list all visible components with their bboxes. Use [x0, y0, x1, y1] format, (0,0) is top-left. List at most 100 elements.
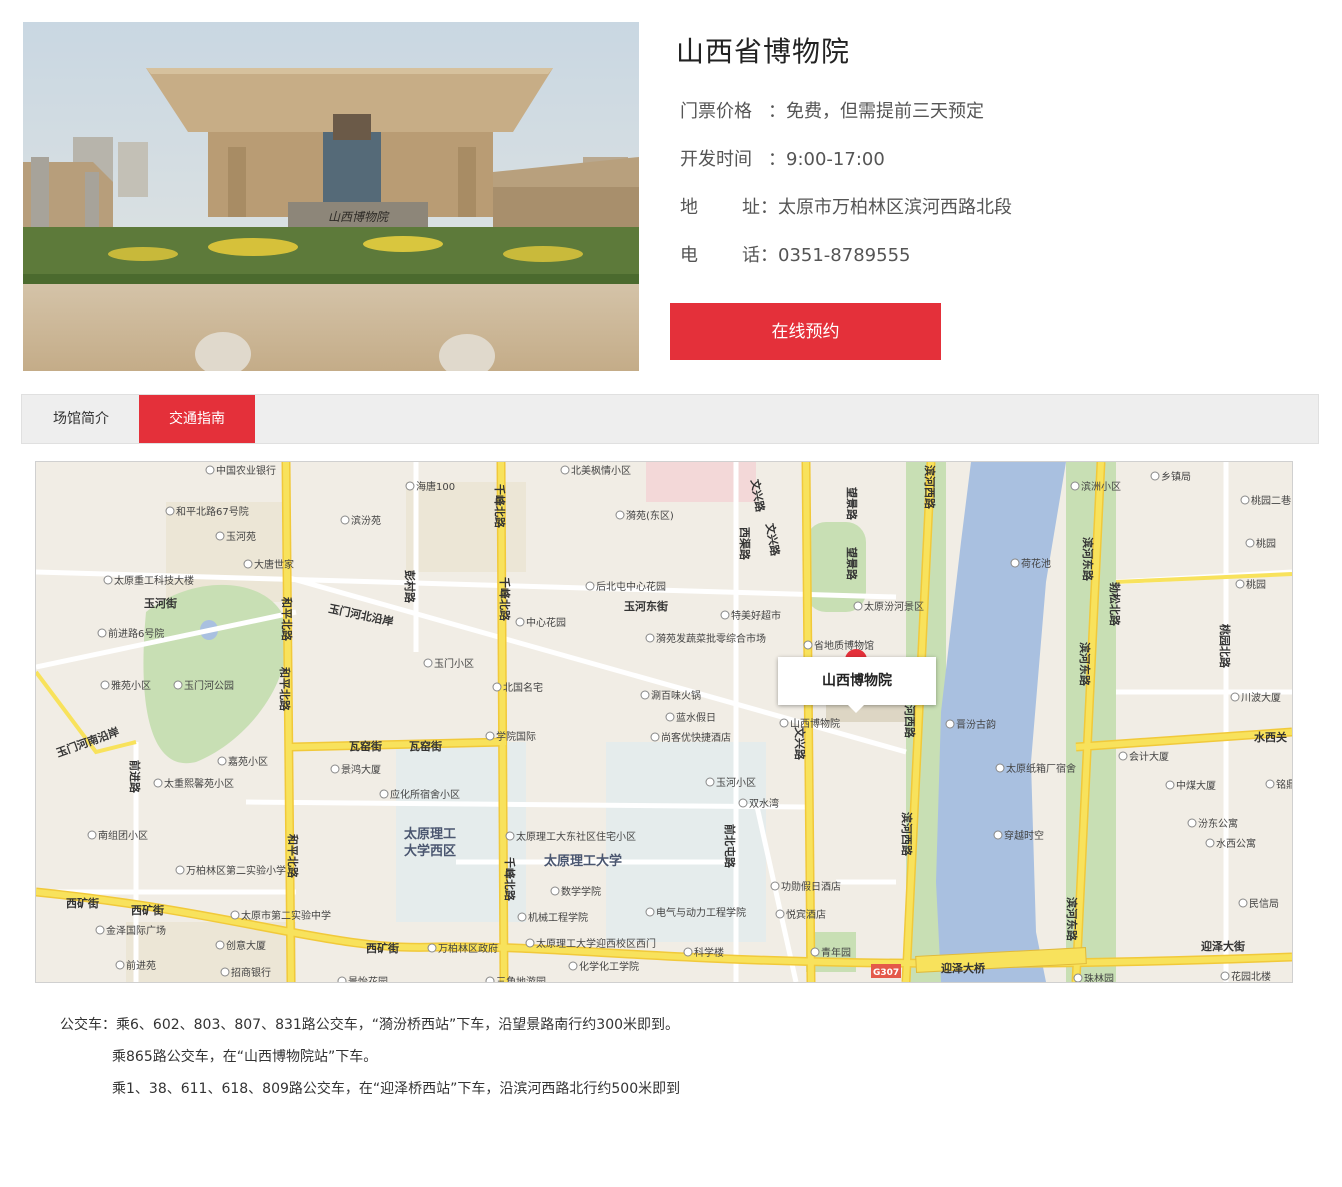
poi-label: 大唐世家	[254, 558, 294, 571]
book-online-button[interactable]: 在线预约	[670, 303, 941, 360]
poi-icon	[803, 640, 813, 650]
road-label: 望景路	[845, 547, 859, 581]
poi-label: 电气与动力工程学院	[656, 906, 746, 919]
tab-traffic-guide[interactable]: 交通指南	[139, 395, 255, 443]
poi-label: 太原理工大学迎西校区西门	[536, 937, 656, 950]
poi-icon	[1238, 898, 1248, 908]
poi-label: 铭鼎	[1276, 778, 1292, 791]
poi-label: 三角地游园	[496, 975, 546, 982]
poi-label: 省地质博物馆	[814, 639, 874, 652]
poi-label: 太原纸箱厂宿舍	[1006, 762, 1076, 775]
phone-row: 电 话：0351-8789555	[680, 241, 910, 267]
traffic-map[interactable]: 太原理工 大学西区 太原理工大学 文兴路 文兴路 文兴路 望景路 望景路 千峰北…	[35, 461, 1293, 983]
poi-label: 水西公寓	[1216, 837, 1256, 850]
poi-label: 玉门河公园	[184, 679, 234, 692]
road-label: 千峰北路	[493, 484, 507, 529]
address-label-char-2: 址	[742, 197, 760, 218]
road-label: 文兴路	[793, 727, 807, 761]
poi-icon	[379, 789, 389, 799]
poi-icon	[205, 465, 215, 475]
road-label: 滨河西路	[923, 465, 937, 510]
poi-label: 荷花池	[1021, 557, 1051, 570]
opening-hours-label: 开发时间	[680, 149, 752, 170]
road-label: 滨河西路	[900, 812, 914, 857]
road-label: 滨河东路	[1065, 897, 1079, 942]
poi-icon	[173, 680, 183, 690]
museum-title: 山西省博物院	[676, 35, 851, 68]
poi-label: 太原汾河景区	[864, 600, 924, 613]
poi-label: 前进苑	[126, 959, 156, 972]
bus-route-line-1: 公交车：乘6、602、803、807、831路公交车，“漪汾桥西站”下车，沿望景…	[60, 1017, 680, 1033]
poi-label: 和平北路67号院	[176, 505, 249, 518]
poi-icon	[738, 798, 748, 808]
road-label: 西矿街	[66, 896, 99, 910]
poi-label: 太重熙馨苑小区	[164, 777, 234, 790]
opening-hours-value: 9:00-17:00	[786, 149, 885, 170]
poi-label: 花园北楼	[1231, 970, 1271, 982]
district-label: 太原理工大学	[543, 853, 622, 869]
poi-label: 科学楼	[694, 946, 724, 959]
poi-icon	[770, 881, 780, 891]
poi-label: 太原理工大东社区住宅小区	[516, 830, 636, 843]
poi-label: 数学学院	[561, 885, 601, 898]
poi-icon	[568, 961, 578, 971]
poi-icon	[340, 515, 350, 525]
poi-label: 太原重工科技大楼	[114, 574, 194, 587]
poi-label: 金泽国际广场	[106, 924, 166, 937]
poi-label: 前进路6号院	[108, 627, 164, 640]
tab-venue-intro[interactable]: 场馆简介	[22, 395, 140, 443]
poi-label: 蓝水假日	[676, 711, 716, 724]
bus-route-line-3: 乘1、38、611、618、809路公交车，在“迎泽桥西站”下车，沿滨河西路北行…	[112, 1081, 681, 1097]
road-label: 和平北路	[278, 667, 292, 712]
poi-icon	[97, 628, 107, 638]
road-label: 滨河东路	[1078, 642, 1092, 687]
poi-icon	[1230, 692, 1240, 702]
road-label: 千峰北路	[503, 857, 517, 902]
poi-icon	[95, 925, 105, 935]
map-popup-title[interactable]: 山西博物院	[778, 657, 936, 705]
poi-icon	[645, 907, 655, 917]
poi-icon	[525, 938, 535, 948]
poi-icon	[175, 865, 185, 875]
poi-label: 特美好超市	[731, 609, 781, 622]
road-label: 和平北路	[286, 834, 300, 879]
poi-icon	[640, 690, 650, 700]
poi-icon	[492, 682, 502, 692]
poi-icon	[779, 718, 789, 728]
poi-label: 涮百味火锅	[651, 690, 701, 702]
colon: ：	[760, 245, 778, 266]
poi-icon	[720, 610, 730, 620]
poi-label: 双水湾	[749, 797, 779, 810]
road-label: 勃松北路	[1108, 582, 1122, 627]
poi-label: 滨汾苑	[351, 514, 381, 527]
colon: ：	[768, 101, 786, 122]
poi-label: 学院国际	[496, 730, 536, 743]
poi-label: 桃园	[1256, 537, 1276, 550]
poi-icon	[243, 559, 253, 569]
road-label: 桃园北路	[1218, 624, 1232, 669]
poi-icon	[515, 617, 525, 627]
poi-label: 嘉苑小区	[228, 755, 268, 768]
poi-icon	[165, 506, 175, 516]
poi-label: 南组团小区	[98, 829, 148, 842]
road-label: 前进路	[128, 760, 142, 794]
ticket-price-value: 免费，但需提前三天预定	[786, 101, 984, 122]
poi-icon	[337, 976, 347, 982]
poi-icon	[115, 960, 125, 970]
road-label: G307	[873, 968, 899, 978]
address-value: 太原市万柏林区滨河西路北段	[778, 197, 1012, 218]
road-label: 望景路	[845, 487, 859, 521]
poi-icon	[993, 830, 1003, 840]
poi-icon	[1205, 838, 1215, 848]
road-label: 迎泽大桥	[941, 961, 986, 975]
poi-label: 晋汾古韵	[956, 718, 996, 731]
poi-icon	[665, 712, 675, 722]
tab-bar: 场馆简介 交通指南	[21, 394, 1319, 444]
poi-icon	[775, 909, 785, 919]
poi-label: 招商银行	[231, 966, 271, 979]
poi-icon	[1165, 780, 1175, 790]
poi-icon	[405, 481, 415, 491]
district-label: 大学西区	[404, 843, 456, 859]
map-popup-tail	[848, 705, 864, 713]
poi-icon	[1010, 558, 1020, 568]
